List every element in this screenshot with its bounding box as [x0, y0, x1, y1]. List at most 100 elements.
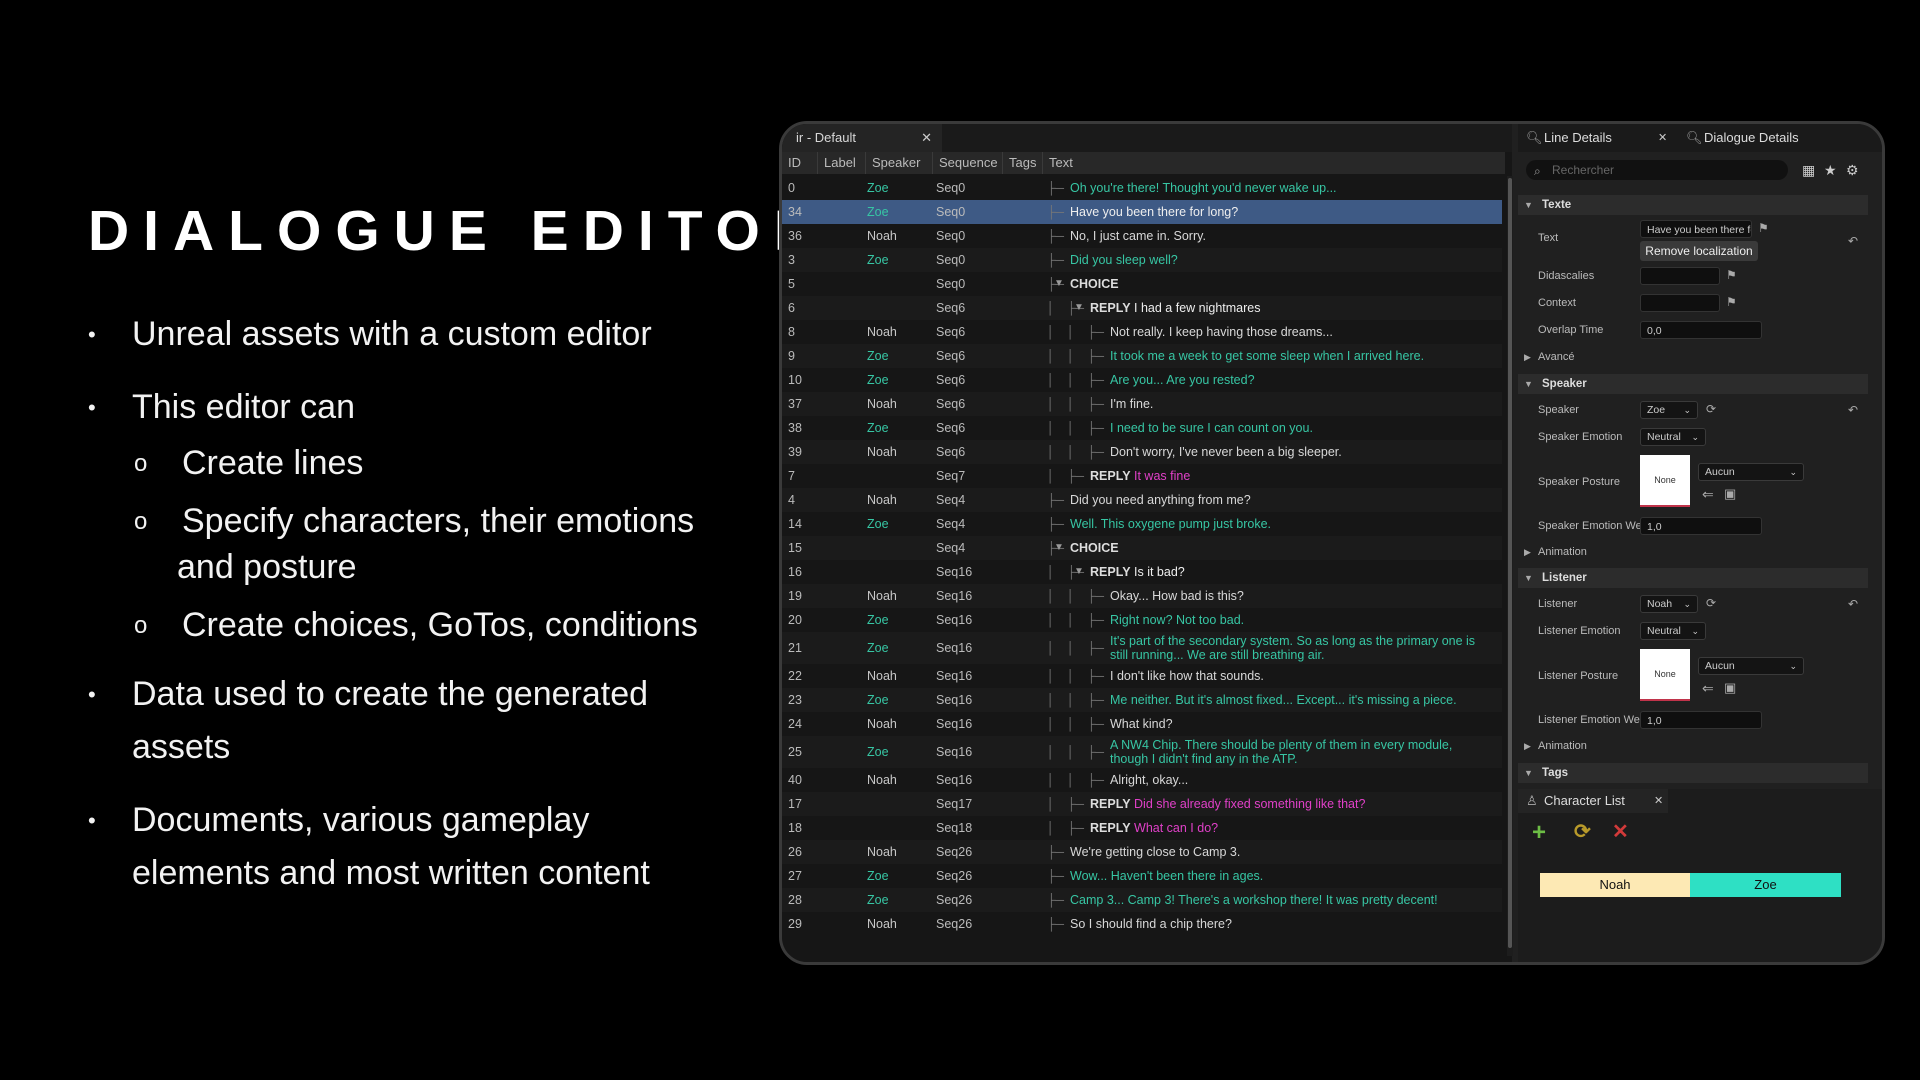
close-icon[interactable]: ✕ [1658, 124, 1667, 152]
table-row[interactable]: 7 Seq7 │ ├─ REPLY It was fine [782, 464, 1502, 488]
speaker-posture-dropdown[interactable]: Aucun ⌄ [1698, 463, 1804, 481]
remove-localization-button[interactable]: Remove localization [1640, 241, 1758, 261]
character-chip-zoe[interactable]: Zoe [1690, 873, 1841, 897]
table-row[interactable]: 37 Noah Seq6 │ │ ├─ I'm fine. [782, 392, 1502, 416]
context-field[interactable] [1640, 294, 1720, 312]
table-row[interactable]: 22 Noah Seq16 │ │ ├─ I don't like how that sou… [782, 664, 1502, 688]
col-sequence[interactable]: Sequence [933, 152, 1003, 174]
scrollbar-thumb[interactable] [1508, 178, 1512, 948]
listener-emotion-weight-field[interactable]: 1,0 [1640, 711, 1762, 729]
character-chip-noah[interactable]: Noah [1540, 873, 1690, 897]
table-row[interactable]: 14 Zoe Seq4 ├─ Well. This oxygene pump just … [782, 512, 1502, 536]
listener-posture-dropdown[interactable]: Aucun ⌄ [1698, 657, 1804, 675]
search-input[interactable]: ⌕ Rechercher [1526, 160, 1788, 180]
subsection-animation[interactable]: ▶ Animation [1518, 736, 1868, 756]
listener-emotion-dropdown[interactable]: Neutral ⌄ [1640, 622, 1706, 640]
table-row[interactable]: 16 Seq16 │ ├─ ▼ REPLY Is it bad? [782, 560, 1502, 584]
table-row[interactable]: 18 Seq18 │ ├─ REPLY What can I do? [782, 816, 1502, 840]
section-tags[interactable]: ▼ Tags [1518, 763, 1868, 783]
subsection-animation[interactable]: ▶ Animation [1518, 542, 1868, 562]
table-row[interactable]: 39 Noah Seq6 │ │ ├─ Don't worry, I've never be… [782, 440, 1502, 464]
expand-arrow-icon[interactable]: ▼ [1074, 296, 1084, 320]
gear-icon[interactable]: ⚙ [1846, 162, 1859, 179]
star-icon[interactable]: ★ [1824, 162, 1837, 179]
close-icon[interactable]: ✕ [1654, 789, 1663, 813]
table-row[interactable]: 23 Zoe Seq16 │ │ ├─ Me neither. But it's almos… [782, 688, 1502, 712]
table-row[interactable]: 20 Zoe Seq16 │ │ ├─ Right now? Not too bad. [782, 608, 1502, 632]
col-tags[interactable]: Tags [1003, 152, 1043, 174]
flag-icon[interactable]: ⚑ [1726, 295, 1737, 309]
grid-icon[interactable]: ▦ [1802, 162, 1815, 179]
section-listener[interactable]: ▼ Listener [1518, 568, 1868, 588]
table-row[interactable]: 17 Seq17 │ ├─ REPLY Did she already fixed so… [782, 792, 1502, 816]
table-row[interactable]: 36 Noah Seq0 ├─ No, I just came in. Sorry. [782, 224, 1502, 248]
table-row[interactable]: 26 Noah Seq26 ├─ We're getting close to Camp… [782, 840, 1502, 864]
browse-folder-icon[interactable]: ▣ [1724, 680, 1736, 696]
speaker-posture-thumbnail[interactable]: None [1640, 455, 1690, 507]
refresh-icon[interactable]: ⟳ [1706, 402, 1716, 416]
flag-icon[interactable]: ⚑ [1726, 268, 1737, 282]
table-row[interactable]: 25 Zoe Seq16 │ │ ├─ A NW4 Chip. There should b… [782, 736, 1502, 768]
row-line-text: I had a few nightmares [1134, 301, 1261, 315]
speaker-dropdown[interactable]: Zoe ⌄ [1640, 401, 1698, 419]
table-row[interactable]: 19 Noah Seq16 │ │ ├─ Okay... How bad is this? [782, 584, 1502, 608]
table-row[interactable]: 9 Zoe Seq6 │ │ ├─ It took me a week to get som… [782, 344, 1502, 368]
table-row[interactable]: 29 Noah Seq26 ├─ So I should find a chip the… [782, 912, 1502, 936]
reset-icon[interactable]: ↶ [1848, 403, 1858, 417]
reset-icon[interactable]: ↶ [1848, 234, 1858, 248]
subsection-avance[interactable]: ▶ Avancé [1518, 347, 1868, 367]
editor-tab[interactable]: ir - Default ✕ [782, 124, 942, 152]
listener-dropdown[interactable]: Noah ⌄ [1640, 595, 1698, 613]
table-row[interactable]: 15 Seq4 ├─ ▼ CHOICE [782, 536, 1502, 560]
table-row[interactable]: 24 Noah Seq16 │ │ ├─ What kind? [782, 712, 1502, 736]
row-sequence: Seq26 [936, 869, 973, 883]
row-text: Have you been there for long? [1070, 200, 1492, 224]
delete-icon[interactable]: ✕ [1612, 819, 1629, 844]
col-id[interactable]: ID [782, 152, 818, 174]
section-speaker[interactable]: ▼ Speaker [1518, 374, 1868, 394]
use-selected-icon[interactable]: ⇐ [1702, 680, 1714, 697]
table-row[interactable]: 3 Zoe Seq0 ├─ Did you sleep well? [782, 248, 1502, 272]
table-row[interactable]: 8 Noah Seq6 │ │ ├─ Not really. I keep having t… [782, 320, 1502, 344]
speaker-emotion-weight-field[interactable]: 1,0 [1640, 517, 1762, 535]
flag-icon[interactable]: ⚑ [1758, 221, 1769, 235]
row-line-text: Me neither. But it's almost fixed... Exc… [1110, 693, 1457, 707]
table-row[interactable]: 27 Zoe Seq26 ├─ Wow... Haven't been there in… [782, 864, 1502, 888]
tree-guide: │ [1067, 693, 1075, 707]
tab-line-details[interactable]: Line Details [1544, 124, 1612, 152]
table-row[interactable]: 5 Seq0 ├─ ▼ CHOICE [782, 272, 1502, 296]
reset-icon[interactable]: ↶ [1848, 597, 1858, 611]
tab-dialogue-details[interactable]: Dialogue Details [1704, 124, 1799, 152]
section-texte[interactable]: ▼ Texte [1518, 195, 1868, 215]
table-row[interactable]: 38 Zoe Seq6 │ │ ├─ I need to be sure I can cou… [782, 416, 1502, 440]
table-row[interactable]: 21 Zoe Seq16 │ │ ├─ It's part of the secondary… [782, 632, 1502, 664]
row-sequence: Seq18 [936, 821, 973, 835]
expand-arrow-icon[interactable]: ▼ [1054, 272, 1064, 296]
table-row[interactable]: 10 Zoe Seq6 │ │ ├─ Are you... Are you rested? [782, 368, 1502, 392]
table-row[interactable]: 0 Zoe Seq0 ├─ Oh you're there! Thought you'd… [782, 176, 1502, 200]
use-selected-icon[interactable]: ⇐ [1702, 486, 1714, 503]
table-row[interactable]: 6 Seq6 │ ├─ ▼ REPLY I had a few nightmares [782, 296, 1502, 320]
didascalies-field[interactable] [1640, 267, 1720, 285]
listener-posture-thumbnail[interactable]: None [1640, 649, 1690, 701]
table-row[interactable]: 4 Noah Seq4 ├─ Did you need anything from me… [782, 488, 1502, 512]
table-row[interactable]: 28 Zoe Seq26 ├─ Camp 3... Camp 3! There's a … [782, 888, 1502, 912]
overlap-time-field[interactable]: 0,0 [1640, 321, 1762, 339]
speaker-emotion-dropdown[interactable]: Neutral ⌄ [1640, 428, 1706, 446]
expand-arrow-icon[interactable]: ▼ [1074, 560, 1084, 584]
text-field[interactable]: Have you been there fo [1640, 220, 1752, 238]
col-speaker[interactable]: Speaker [866, 152, 933, 174]
tab-character-list[interactable]: ♙ Character List ✕ [1518, 789, 1668, 813]
table-row[interactable]: 34 Zoe Seq0 ├─ Have you been there for long? [782, 200, 1502, 224]
refresh-icon[interactable]: ⟳ [1574, 819, 1591, 844]
refresh-icon[interactable]: ⟳ [1706, 596, 1716, 610]
row-text: Camp 3... Camp 3! There's a workshop the… [1070, 888, 1492, 912]
table-row[interactable]: 40 Noah Seq16 │ │ ├─ Alright, okay... [782, 768, 1502, 792]
add-icon[interactable]: + [1532, 819, 1546, 847]
row-line-text: I don't like how that sounds. [1110, 669, 1264, 683]
browse-folder-icon[interactable]: ▣ [1724, 486, 1736, 502]
col-label[interactable]: Label [818, 152, 866, 174]
col-text[interactable]: Text [1043, 152, 1505, 174]
close-icon[interactable]: ✕ [921, 124, 932, 152]
expand-arrow-icon[interactable]: ▼ [1054, 536, 1064, 560]
